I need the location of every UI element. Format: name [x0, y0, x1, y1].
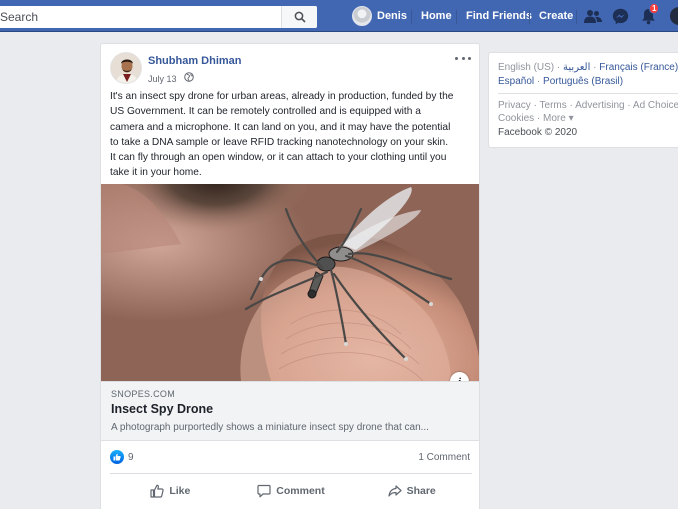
search-icon — [294, 11, 306, 23]
reactions-summary[interactable]: 9 — [110, 450, 134, 464]
globe-icon[interactable] — [184, 72, 194, 82]
user-avatar — [352, 6, 372, 26]
insect-drone-photo — [101, 184, 479, 381]
post-author-name[interactable]: Shubham Dhiman — [148, 55, 242, 67]
footer-link-advertising[interactable]: Advertising — [575, 100, 624, 111]
home-label: Home — [421, 10, 452, 22]
notification-badge: 1 — [649, 3, 660, 14]
post-timestamp[interactable]: July 13 — [148, 74, 177, 84]
post-actions: Like Comment Share — [110, 477, 472, 505]
footer-link-privacy[interactable]: Privacy — [498, 100, 531, 111]
language-and-footer-panel: English (US) · العربية · Français (Franc… — [488, 52, 678, 148]
create-link[interactable]: Create — [539, 0, 573, 32]
language-selector: English (US) · العربية · Français (Franc… — [498, 62, 678, 87]
post-options-button[interactable] — [455, 52, 471, 64]
post-text-line: It's an insect spy drone for urban areas… — [110, 91, 454, 102]
friends-icon — [584, 10, 602, 23]
like-button[interactable]: Like — [110, 477, 231, 505]
link-preview[interactable]: SNOPES.COM Insect Spy Drone A photograph… — [101, 381, 479, 441]
current-language: English (US) — [498, 62, 555, 73]
home-link[interactable]: Home — [421, 0, 452, 32]
nav-divider — [456, 10, 457, 24]
quick-help-button[interactable] — [670, 7, 678, 25]
like-reaction-icon — [110, 450, 124, 464]
user-name: Denis — [377, 10, 407, 22]
thumbs-up-icon — [150, 484, 165, 498]
share-icon — [387, 485, 402, 497]
language-link[interactable]: العربية — [563, 62, 590, 73]
language-link[interactable]: Español — [498, 76, 534, 87]
share-button[interactable]: Share — [351, 477, 472, 505]
nav-divider — [576, 10, 577, 24]
like-label: Like — [169, 485, 191, 497]
friend-requests-button[interactable] — [583, 6, 603, 26]
search-input[interactable] — [0, 6, 280, 28]
language-link[interactable]: Português (Brasil) — [543, 76, 623, 87]
nav-divider — [411, 10, 412, 24]
divider — [498, 93, 678, 94]
reactions-count: 9 — [128, 451, 134, 463]
post-text-line: camera and a microphone. It can land on … — [110, 121, 451, 133]
footer-link-cookies[interactable]: Cookies — [498, 113, 534, 124]
comments-count[interactable]: 1 Comment — [418, 452, 470, 463]
author-photo — [111, 53, 141, 83]
messenger-button[interactable] — [610, 6, 630, 26]
profile-link[interactable]: Denis — [352, 0, 407, 32]
find-friends-label: Find Friends — [466, 10, 532, 22]
dot-icon — [461, 56, 465, 60]
feed-post: Shubham Dhiman July 13 It's an insect sp… — [100, 43, 480, 509]
notifications-button[interactable]: 1 — [638, 3, 660, 26]
share-label: Share — [406, 485, 436, 497]
dot-icon — [455, 56, 458, 60]
divider — [110, 473, 472, 474]
search-box[interactable] — [0, 6, 317, 28]
comment-button[interactable]: Comment — [231, 477, 352, 505]
link-domain: SNOPES.COM — [111, 389, 176, 399]
messenger-icon — [612, 8, 628, 24]
top-navigation-bar: Denis Home Find Friends Create 1 — [0, 0, 678, 32]
nav-divider — [529, 10, 530, 24]
comment-label: Comment — [276, 485, 325, 497]
post-text-line: take it in your home. — [110, 167, 202, 179]
link-preview-image[interactable] — [101, 184, 479, 381]
footer-link-more[interactable]: More — [543, 113, 566, 124]
footer-links: Privacy · Terms · Advertising · Ad Choic… — [498, 100, 678, 125]
footer-link-terms[interactable]: Terms — [540, 100, 567, 111]
comment-icon — [257, 484, 271, 498]
post-text-line: to take a DNA sample or leave RFID track… — [110, 136, 449, 148]
language-link[interactable]: Français (France) — [599, 62, 678, 73]
post-message: It's an insect spy drone for urban areas… — [110, 89, 474, 181]
post-text-line: US Government. It can be remotely contro… — [110, 106, 421, 118]
copyright: Facebook © 2020 — [498, 127, 578, 138]
create-label: Create — [539, 10, 574, 22]
footer-link-ad-choices[interactable]: Ad Choices — [633, 100, 678, 111]
author-avatar[interactable] — [110, 52, 142, 84]
search-button[interactable] — [281, 6, 317, 28]
link-description: A photograph purportedly shows a miniatu… — [111, 422, 429, 433]
post-text-line: It can fly through an open window, or it… — [110, 152, 447, 164]
dot-icon — [468, 56, 471, 60]
find-friends-link[interactable]: Find Friends — [466, 0, 532, 32]
link-title: Insect Spy Drone — [111, 402, 214, 416]
